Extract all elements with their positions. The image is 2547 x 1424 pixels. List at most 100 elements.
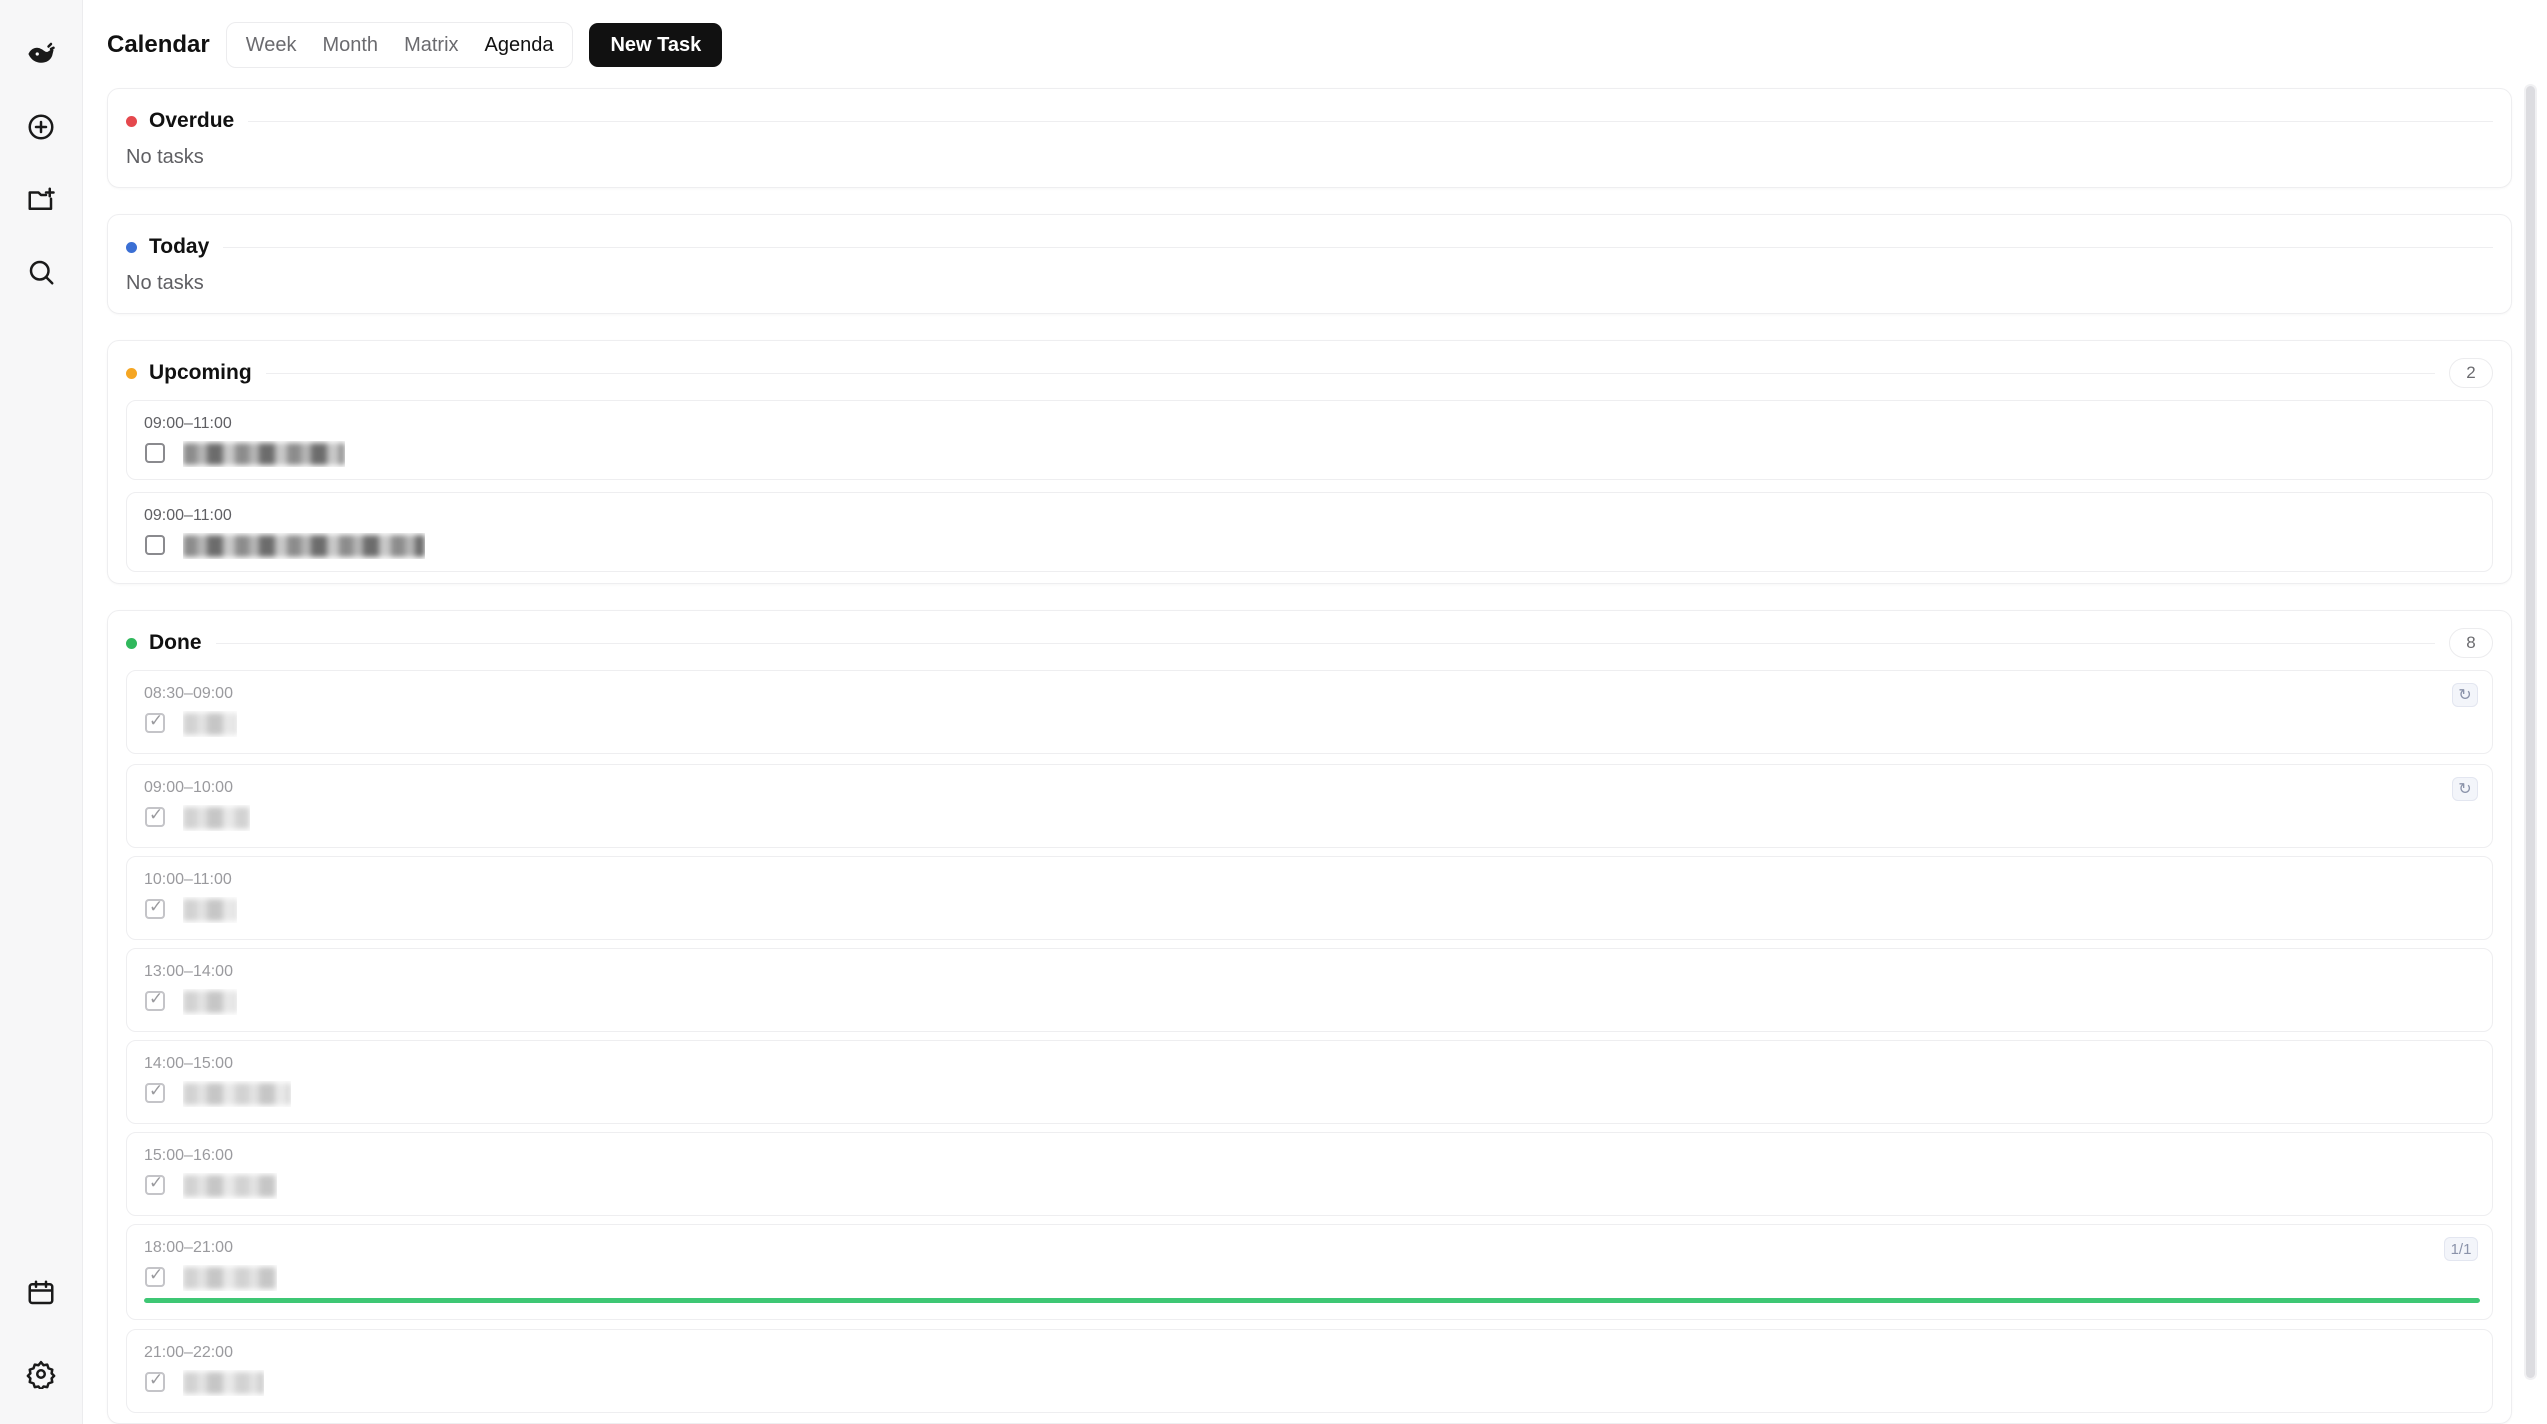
check-icon: ✓: [149, 1173, 164, 1192]
check-icon: ✓: [149, 1265, 164, 1284]
task-card[interactable]: 14:00–15:00 ✓ ████████: [126, 1040, 2493, 1124]
add-task-icon[interactable]: [22, 108, 60, 146]
divider: [215, 642, 2435, 644]
task-title[interactable]: ████: [183, 897, 237, 923]
check-icon: ✓: [149, 1370, 164, 1389]
repeat-icon: ↻: [2452, 777, 2478, 801]
section-done: Done 8 08:30–09:00 ✓ ████ ↻ 09:00–10:00 …: [107, 610, 2512, 1424]
task-time: 15:00–16:00: [144, 1147, 233, 1164]
task-time: 09:00–10:00: [144, 779, 233, 796]
section-title: Overdue: [149, 109, 235, 132]
tab-matrix[interactable]: Matrix: [391, 34, 471, 57]
task-time: 09:00–11:00: [144, 415, 232, 432]
section-overdue: Overdue No tasks: [107, 88, 2512, 188]
section-header: Done 8: [126, 628, 2493, 658]
check-icon: ✓: [149, 989, 164, 1008]
view-tabs: Week Month Matrix Agenda: [225, 22, 574, 68]
task-title-text: ████: [183, 713, 237, 735]
task-title-text: ███████: [183, 1175, 278, 1197]
task-count-badge: 8: [2449, 628, 2493, 658]
tab-week[interactable]: Week: [233, 34, 310, 57]
task-card[interactable]: 09:00–11:00 ████████████: [126, 400, 2493, 480]
section-title: Upcoming: [149, 361, 252, 384]
divider: [248, 120, 2493, 122]
new-task-button[interactable]: New Task: [589, 23, 723, 67]
task-card[interactable]: 09:00–11:00 ██████████████████: [126, 492, 2493, 572]
task-card[interactable]: 08:30–09:00 ✓ ████ ↻: [126, 670, 2493, 754]
task-checkbox[interactable]: [145, 443, 165, 463]
task-checkbox[interactable]: ✓: [145, 1173, 165, 1195]
section-upcoming: Upcoming 2 09:00–11:00 ████████████ 09:0…: [107, 340, 2512, 584]
task-title-text: ████: [183, 899, 237, 921]
check-icon: ✓: [149, 897, 164, 916]
status-dot: [126, 637, 137, 649]
section-title: Today: [149, 235, 210, 258]
search-icon[interactable]: [22, 253, 60, 291]
empty-message: No tasks: [126, 146, 204, 168]
task-checkbox[interactable]: ✓: [145, 1081, 165, 1103]
task-time: 08:30–09:00: [144, 685, 233, 702]
subtask-progress-badge: 1/1: [2444, 1237, 2478, 1261]
task-checkbox[interactable]: ✓: [145, 989, 165, 1011]
task-card[interactable]: 13:00–14:00 ✓ ████: [126, 948, 2493, 1032]
sidebar: [0, 0, 83, 1424]
divider: [265, 372, 2435, 374]
task-title[interactable]: ████████: [183, 1081, 291, 1107]
section-title: Done: [149, 631, 202, 654]
task-title[interactable]: ██████: [183, 1370, 264, 1396]
task-time: 09:00–11:00: [144, 507, 232, 524]
task-title-text: ████████████: [183, 443, 345, 465]
scrollbar[interactable]: [2524, 84, 2537, 1380]
task-checkbox[interactable]: ✓: [145, 897, 165, 919]
task-time: 21:00–22:00: [144, 1344, 233, 1361]
task-checkbox[interactable]: [145, 535, 165, 555]
divider: [223, 246, 2493, 248]
progress-bar: [144, 1298, 2480, 1303]
scrollbar-thumb[interactable]: [2526, 86, 2535, 1378]
status-dot: [126, 367, 137, 379]
section-header: Upcoming 2: [126, 358, 2493, 388]
task-title[interactable]: █████: [183, 805, 251, 831]
task-title-text: ███████: [183, 1267, 278, 1289]
calendar-header: Calendar Week Month Matrix Agenda New Ta…: [107, 22, 723, 68]
task-card[interactable]: 18:00–21:00 ✓ ███████ 1/1: [126, 1224, 2493, 1320]
task-title-text: ████████: [183, 1083, 291, 1105]
calendar-icon[interactable]: [22, 1274, 60, 1312]
task-time: 14:00–15:00: [144, 1055, 233, 1072]
check-icon: ✓: [149, 805, 164, 824]
task-checkbox[interactable]: ✓: [145, 1370, 165, 1392]
task-title[interactable]: ██████████████████: [183, 533, 426, 559]
task-time: 13:00–14:00: [144, 963, 233, 980]
tab-month[interactable]: Month: [309, 34, 391, 57]
task-title-text: ████: [183, 991, 237, 1013]
task-card[interactable]: 21:00–22:00 ✓ ██████: [126, 1329, 2493, 1413]
status-dot: [126, 241, 137, 253]
repeat-icon: ↻: [2452, 683, 2478, 707]
task-checkbox[interactable]: ✓: [145, 711, 165, 733]
section-header: Today: [126, 233, 2493, 261]
task-title[interactable]: ████████████: [183, 441, 345, 467]
empty-message: No tasks: [126, 272, 204, 294]
task-title[interactable]: ████: [183, 989, 237, 1015]
section-today: Today No tasks: [107, 214, 2512, 314]
task-card[interactable]: 15:00–16:00 ✓ ███████: [126, 1132, 2493, 1216]
tab-agenda[interactable]: Agenda: [472, 34, 567, 57]
section-header: Overdue: [126, 107, 2493, 135]
task-title[interactable]: ████: [183, 711, 237, 737]
task-title-text: ██████: [183, 1372, 264, 1394]
task-title[interactable]: ███████: [183, 1265, 278, 1291]
progress-fill: [144, 1298, 2480, 1303]
settings-icon[interactable]: [22, 1355, 60, 1393]
task-checkbox[interactable]: ✓: [145, 1265, 165, 1287]
task-time: 18:00–21:00: [144, 1239, 233, 1256]
task-checkbox[interactable]: ✓: [145, 805, 165, 827]
task-card[interactable]: 10:00–11:00 ✓ ████: [126, 856, 2493, 940]
logo-icon[interactable]: [22, 35, 60, 73]
page-title: Calendar: [107, 31, 210, 58]
check-icon: ✓: [149, 711, 164, 730]
task-card[interactable]: 09:00–10:00 ✓ █████ ↻: [126, 764, 2493, 848]
new-folder-icon[interactable]: [22, 181, 60, 219]
task-time: 10:00–11:00: [144, 871, 232, 888]
task-title[interactable]: ███████: [183, 1173, 278, 1199]
task-count-badge: 2: [2449, 358, 2493, 388]
